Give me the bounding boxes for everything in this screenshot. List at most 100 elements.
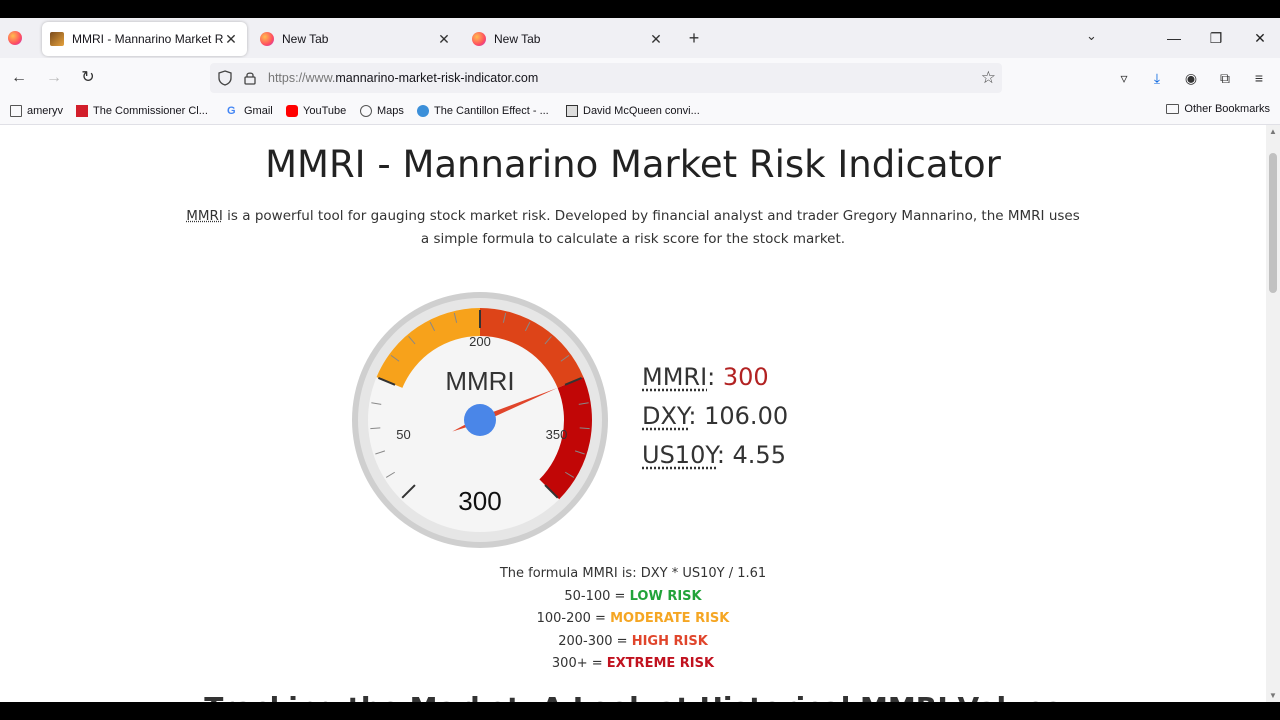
restore-icon[interactable]: ❐ xyxy=(1204,27,1228,49)
us10y-reading: US10Y: 4.55 xyxy=(642,441,786,469)
bookmark-label: The Cantillon Effect - ... xyxy=(434,105,549,117)
bookmark-label: YouTube xyxy=(303,105,347,117)
risk-range: 50-100 = xyxy=(564,588,630,604)
tab-mmri[interactable]: MMRI - Mannarino Market Risk ✕ xyxy=(42,22,247,56)
page-icon xyxy=(566,105,578,117)
gauge-needle-hub xyxy=(464,404,496,436)
url-host: mannarino-market-risk-indicator.com xyxy=(335,71,539,85)
bookmarks-toolbar: ameryv The Commissioner Cl... G Gmail Yo… xyxy=(0,98,1280,125)
navigation-bar: ← → ↻ https://www.mannarino-market-risk-… xyxy=(0,58,1280,98)
tab-label: New Tab xyxy=(494,32,541,46)
browser-window: MMRI - Mannarino Market Risk ✕ New Tab ✕… xyxy=(0,18,1280,702)
other-bookmarks[interactable]: Other Bookmarks xyxy=(1166,103,1270,115)
firefox-icon xyxy=(260,32,274,46)
scrollbar[interactable]: ▲ ▼ xyxy=(1266,125,1280,702)
tab-new-2[interactable]: New Tab ✕ xyxy=(464,22,672,56)
firefox-view-icon[interactable] xyxy=(8,31,22,45)
pocket-icon[interactable]: ▿ xyxy=(1114,68,1134,88)
tab-label: MMRI - Mannarino Market Risk xyxy=(72,32,223,46)
risk-range: 200-300 = xyxy=(558,633,632,649)
risk-row-moderate: 100-200 = MODERATE RISK xyxy=(0,608,1266,631)
globe-icon xyxy=(360,105,372,117)
close-icon[interactable]: ✕ xyxy=(436,31,452,48)
gauge-tick-label: 350 xyxy=(546,427,568,442)
risk-row-high: 200-300 = HIGH RISK xyxy=(0,631,1266,654)
bookmark-label: David McQueen convi... xyxy=(583,105,700,117)
bookmark-label: The Commissioner Cl... xyxy=(93,105,208,117)
tab-new-1[interactable]: New Tab ✕ xyxy=(252,22,460,56)
scroll-down-icon[interactable]: ▼ xyxy=(1266,691,1280,700)
bookmark-cantillon[interactable]: The Cantillon Effect - ... xyxy=(417,103,549,119)
extensions-icon[interactable]: ⧉ xyxy=(1215,68,1235,88)
formula-text: The formula MMRI is: DXY * US10Y / 1.61 xyxy=(499,566,767,581)
us10y-reading-label[interactable]: US10Y xyxy=(642,441,717,469)
mmri-abbreviation[interactable]: MMRI xyxy=(186,208,223,224)
menu-hamburger-icon[interactable]: ≡ xyxy=(1249,68,1269,88)
risk-label-moderate: MODERATE RISK xyxy=(610,611,730,627)
gauge-value: 300 xyxy=(458,486,501,516)
risk-row-extreme: 300+ = EXTREME RISK xyxy=(0,653,1266,676)
bookmark-star-icon[interactable]: ☆ xyxy=(981,68,996,88)
mmri-reading-label[interactable]: MMRI xyxy=(642,363,707,391)
bookmark-commissioner[interactable]: The Commissioner Cl... xyxy=(76,103,208,119)
mmri-reading: MMRI: 300 xyxy=(642,363,769,391)
gauge-tick-label: 200 xyxy=(469,334,491,349)
dxy-reading-label[interactable]: DXY xyxy=(642,402,688,430)
page-title: MMRI - Mannarino Market Risk Indicator xyxy=(265,143,1001,186)
red-bookmark-icon xyxy=(76,105,88,117)
account-icon[interactable]: ◉ xyxy=(1181,68,1201,88)
scrollbar-thumb[interactable] xyxy=(1269,153,1277,293)
minimize-icon[interactable]: — xyxy=(1162,27,1186,49)
readings-panel: MMRI: 300 DXY: 106.00 US10Y: 4.55 xyxy=(642,358,788,475)
chevron-down-icon[interactable]: ⌄ xyxy=(1086,28,1097,44)
forward-arrow-icon[interactable]: → xyxy=(43,67,65,89)
tab-label: New Tab xyxy=(282,32,329,46)
other-bookmarks-label: Other Bookmarks xyxy=(1184,103,1270,115)
intro-paragraph: MMRI is a powerful tool for gauging stoc… xyxy=(180,205,1086,251)
bookmark-label: ameryv xyxy=(27,105,64,117)
tab-strip: MMRI - Mannarino Market Risk ✕ New Tab ✕… xyxy=(0,18,1280,58)
mmri-gauge: 50 200 350 MMRI 300 xyxy=(352,292,608,548)
bookmark-label: Gmail xyxy=(244,105,273,117)
url-text[interactable]: https://www.mannarino-market-risk-indica… xyxy=(268,71,538,85)
close-icon[interactable]: ✕ xyxy=(223,31,239,48)
us10y-reading-value: 4.55 xyxy=(732,441,786,469)
url-scheme: https://www. xyxy=(268,71,336,85)
address-bar[interactable]: https://www.mannarino-market-risk-indica… xyxy=(210,63,1002,93)
formula-section: The formula MMRI is: DXY * US10Y / 1.61 … xyxy=(0,563,1266,676)
dxy-reading-value: 106.00 xyxy=(704,402,789,430)
dxy-reading: DXY: 106.00 xyxy=(642,402,789,430)
lock-icon[interactable] xyxy=(244,71,256,85)
risk-label-low: LOW RISK xyxy=(629,588,702,604)
shield-icon[interactable] xyxy=(218,70,232,86)
close-icon[interactable]: ✕ xyxy=(648,31,664,48)
bookmark-david-mcqueen[interactable]: David McQueen convi... xyxy=(566,103,700,119)
window-close-icon[interactable]: ✕ xyxy=(1248,27,1272,49)
folder-icon xyxy=(1166,104,1180,114)
page-icon xyxy=(10,105,22,117)
firefox-icon xyxy=(472,32,486,46)
reload-icon[interactable]: ↻ xyxy=(77,67,99,89)
page-content: MMRI - Mannarino Market Risk Indicator M… xyxy=(0,125,1266,702)
risk-label-extreme: EXTREME RISK xyxy=(606,656,715,672)
mmri-reading-value: 300 xyxy=(722,363,769,391)
risk-label-high: HIGH RISK xyxy=(631,633,708,649)
risk-row-low: 50-100 = LOW RISK xyxy=(0,586,1266,609)
download-icon[interactable]: ⤓ xyxy=(1147,68,1167,88)
bookmark-ameryv[interactable]: ameryv xyxy=(10,103,63,119)
bookmark-youtube[interactable]: YouTube xyxy=(286,103,346,119)
section-title-historical: Tracking the Market: A Look at Historica… xyxy=(0,691,1266,702)
bookmark-maps[interactable]: Maps xyxy=(360,103,404,119)
google-icon: G xyxy=(227,105,236,117)
mmri-favicon-icon xyxy=(50,32,64,46)
back-arrow-icon[interactable]: ← xyxy=(8,67,30,89)
scroll-up-icon[interactable]: ▲ xyxy=(1266,127,1280,136)
bookmark-label: Maps xyxy=(377,105,404,117)
intro-text: is a powerful tool for gauging stock mar… xyxy=(222,208,1080,247)
bookmark-gmail[interactable]: G Gmail xyxy=(227,103,273,119)
gauge-label: MMRI xyxy=(445,366,514,396)
risk-range: 300+ = xyxy=(551,656,607,672)
cantillon-icon xyxy=(417,105,429,117)
new-tab-plus-icon[interactable]: + xyxy=(684,28,704,48)
risk-range: 100-200 = xyxy=(536,611,611,627)
